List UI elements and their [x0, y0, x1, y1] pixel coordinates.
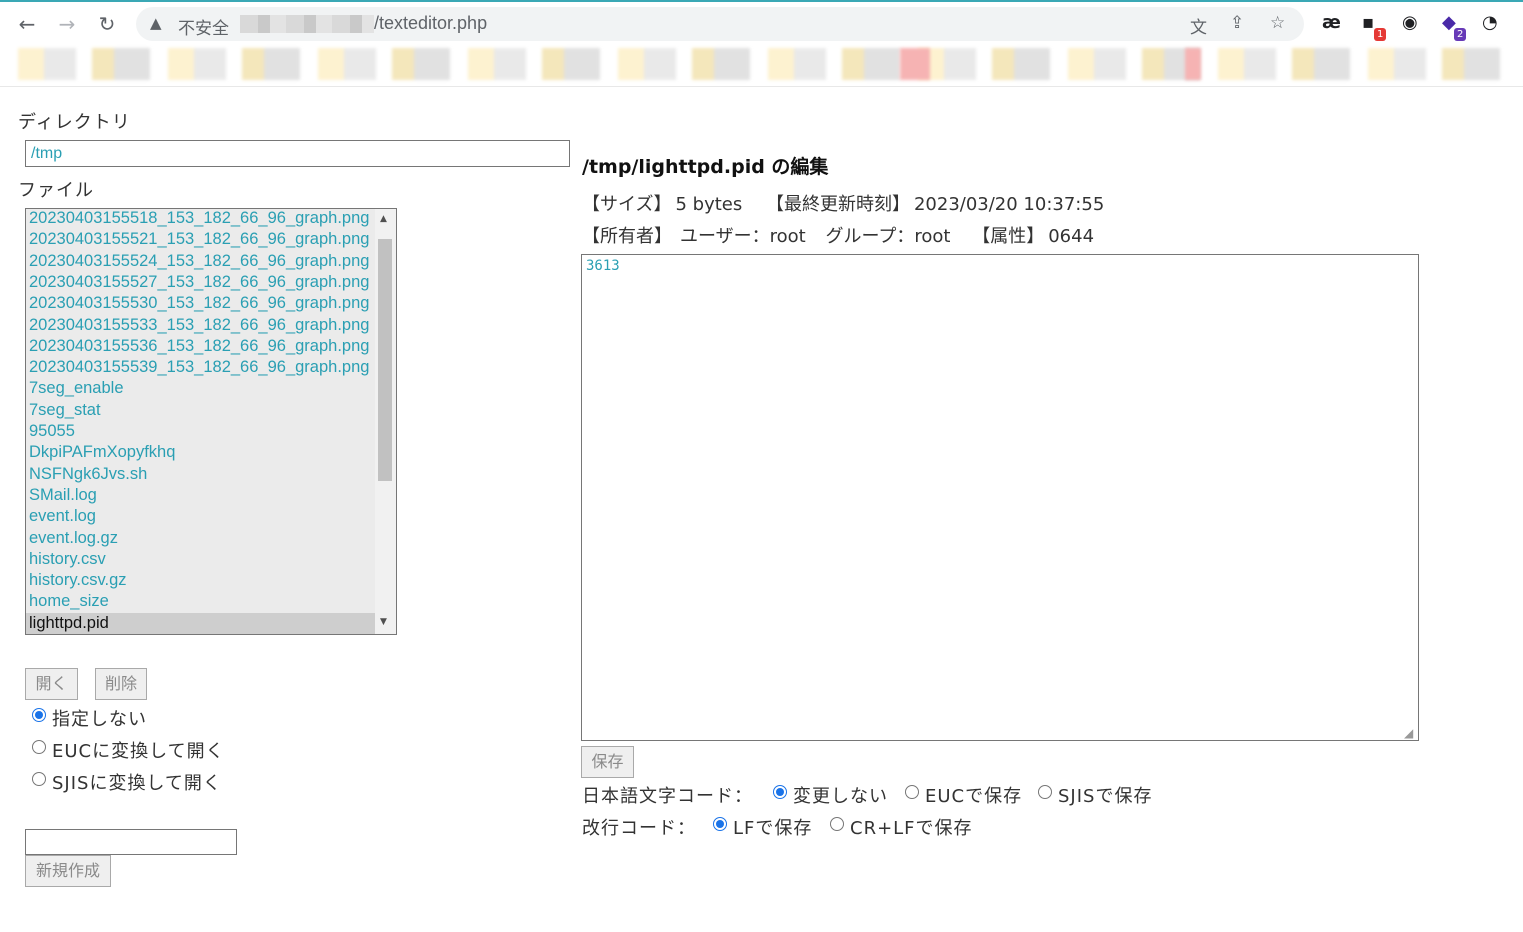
ae-icon[interactable]: æ: [1322, 12, 1341, 33]
mtime-label: 【最終更新時刻】: [765, 194, 910, 215]
share-icon[interactable]: ⇪: [1230, 13, 1244, 33]
bookmarks-bar: [0, 46, 1523, 86]
encopts-radio[interactable]: [905, 785, 919, 799]
file-option[interactable]: 20230403155530_153_182_66_96_graph.png: [26, 293, 376, 314]
content-editor[interactable]: 3613: [581, 254, 1419, 741]
mtime-value: 2023/03/20 10:37:55: [913, 194, 1105, 215]
openopts-radio[interactable]: [32, 708, 46, 722]
openopts-radio[interactable]: [32, 740, 46, 754]
encopts-radio[interactable]: [773, 785, 787, 799]
forward-icon[interactable]: →: [53, 10, 81, 38]
listbox-scrollbar[interactable]: ▲ ▼: [375, 209, 396, 634]
performance-icon[interactable]: ◔: [1482, 12, 1498, 33]
file-option[interactable]: 20230403155527_153_182_66_96_graph.png: [26, 272, 376, 293]
directory-input[interactable]: [25, 140, 570, 167]
file-option[interactable]: home_size: [26, 591, 376, 612]
file-option[interactable]: 95055: [26, 421, 376, 442]
extension-badge-count: 1: [1374, 28, 1387, 41]
reload-icon[interactable]: ↻: [93, 10, 121, 38]
scrollbar-thumb[interactable]: [378, 239, 392, 481]
scroll-down-icon[interactable]: ▼: [380, 617, 387, 627]
owner-group: グループ：root: [825, 226, 951, 247]
owner-label: 【所有者】: [582, 226, 672, 247]
file-meta-line1: 【サイズ】 5 bytes 【最終更新時刻】 2023/03/20 10:37:55: [582, 190, 1108, 216]
directory-label: ディレクトリ: [18, 112, 131, 133]
file-option[interactable]: DkpiPAFmXopyfkhq: [26, 442, 376, 463]
openopts-radio[interactable]: [32, 772, 46, 786]
file-option[interactable]: SMail.log: [26, 485, 376, 506]
openopts-label[interactable]: SJISに変換して開く: [52, 769, 222, 795]
open-button[interactable]: 開く: [25, 668, 78, 700]
file-option[interactable]: event.log: [26, 506, 376, 527]
bookmarks-redacted: [18, 48, 1518, 80]
file-option[interactable]: 20230403155533_153_182_66_96_graph.png: [26, 315, 376, 336]
delete-button[interactable]: 削除: [95, 668, 147, 700]
file-option[interactable]: history.csv: [26, 549, 376, 570]
encopts-radio[interactable]: [1038, 785, 1052, 799]
bookmark-star-icon[interactable]: ☆: [1270, 13, 1285, 33]
file-option[interactable]: 20230403155539_153_182_66_96_graph.png: [26, 357, 376, 378]
stack-badge-count: 2: [1454, 28, 1467, 41]
encopts-label[interactable]: 変更しない: [793, 782, 888, 808]
file-option[interactable]: lighttpd.pid: [26, 612, 376, 634]
save-button[interactable]: 保存: [581, 746, 634, 778]
nlopts-label[interactable]: LFで保存: [733, 814, 812, 840]
file-option[interactable]: 20230403155521_153_182_66_96_graph.png: [26, 229, 376, 250]
owner-user: ユーザー：root: [680, 226, 806, 247]
file-option[interactable]: 20230403155518_153_182_66_96_graph.png: [26, 209, 376, 229]
file-option[interactable]: NSFNgk6Jvs.sh: [26, 464, 376, 485]
file-listbox[interactable]: 20230403155518_153_182_66_96_graph.png 20…: [25, 208, 397, 635]
openopts-label[interactable]: 指定しない: [52, 705, 147, 731]
encopts-label[interactable]: EUCで保存: [925, 782, 1022, 808]
file-option[interactable]: 20230403155536_153_182_66_96_graph.png: [26, 336, 376, 357]
browser-toolbar: ← → ↻ ▲ 不安全 /texteditor.php ⽂ ⇪ ☆ æ ▪ 1 …: [0, 2, 1523, 46]
url-host-redacted: [240, 15, 374, 33]
size-value: 5 bytes: [675, 194, 743, 215]
file-option[interactable]: event.log.gz: [26, 528, 376, 549]
file-label: ファイル: [18, 180, 94, 201]
back-icon[interactable]: ←: [13, 10, 41, 38]
scroll-up-icon[interactable]: ▲: [380, 214, 387, 224]
insecure-label[interactable]: 不安全: [178, 14, 229, 39]
size-label: 【サイズ】: [582, 194, 672, 215]
bookmark-redacted: [900, 48, 930, 80]
address-bar[interactable]: ▲ 不安全 /texteditor.php ⽂ ⇪ ☆: [136, 7, 1304, 41]
nlopts-radio[interactable]: [830, 817, 844, 831]
newline-label: 改行コード：: [582, 818, 696, 839]
extension-badge-icon[interactable]: ▪: [1362, 12, 1374, 33]
chrome-divider: [0, 86, 1523, 87]
nlopts-radio[interactable]: [713, 817, 727, 831]
url-path: /texteditor.php: [374, 13, 488, 33]
encopts-label[interactable]: SJISで保存: [1058, 782, 1152, 808]
perm-label: 【属性】: [972, 226, 1045, 247]
translate-icon[interactable]: ⽂: [1190, 13, 1207, 38]
create-button[interactable]: 新規作成: [25, 855, 111, 887]
file-option[interactable]: 7seg_stat: [26, 400, 376, 421]
ring-icon[interactable]: ◉: [1402, 12, 1418, 33]
file-option[interactable]: history.csv.gz: [26, 570, 376, 591]
new-file-input[interactable]: [25, 829, 237, 855]
openopts-label[interactable]: EUCに変換して開く: [52, 737, 225, 763]
page-title: /tmp/lighttpd.pid の編集: [582, 156, 829, 178]
perm-value: 0644: [1048, 226, 1095, 247]
warning-icon[interactable]: ▲: [150, 14, 162, 32]
nlopts-label[interactable]: CR+LFで保存: [850, 814, 973, 840]
bookmark-redacted: [1185, 48, 1201, 80]
file-option[interactable]: 20230403155524_153_182_66_96_graph.png: [26, 251, 376, 272]
resize-grip-icon[interactable]: ◢: [1404, 726, 1413, 740]
encoding-label: 日本語文字コード：: [582, 786, 753, 807]
file-meta-line2: 【所有者】 ユーザー：root グループ：root 【属性】 0644: [582, 222, 1098, 248]
file-option[interactable]: 7seg_enable: [26, 378, 376, 399]
